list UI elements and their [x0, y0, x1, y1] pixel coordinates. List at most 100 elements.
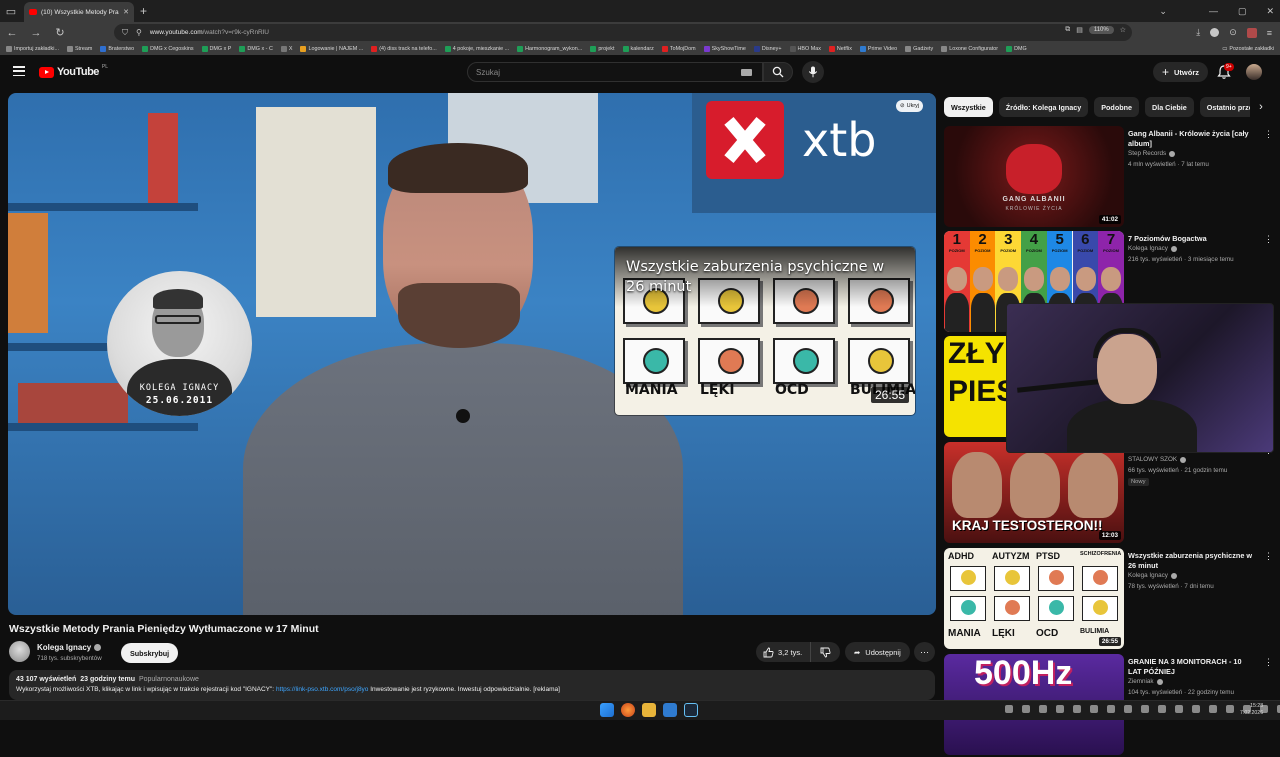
chip[interactable]: Źródło: Kolega Ignacy: [998, 97, 1089, 117]
tray-icon[interactable]: [1005, 705, 1013, 713]
site-info-icon[interactable]: ⚲: [136, 28, 142, 37]
bookmark-item[interactable]: Logowanie | NAJEM ...: [300, 46, 363, 52]
new-tab-button[interactable]: +: [140, 4, 147, 18]
recommendation-channel[interactable]: Ziemniak: [1128, 678, 1163, 685]
extension-icon[interactable]: [1210, 28, 1220, 37]
keyboard-icon[interactable]: [741, 69, 752, 76]
bookmark-item[interactable]: kalendarz: [622, 46, 654, 52]
tray-icon[interactable]: [1090, 705, 1098, 713]
zoom-badge[interactable]: 110%: [1088, 26, 1114, 34]
recommendation-item[interactable]: ADHD AUTYZM PTSD SCHIZOFRENIA MANIA LĘKI OCD BU…: [944, 548, 1274, 651]
bookmark-item[interactable]: Disney+: [753, 46, 782, 52]
recommendation-title[interactable]: GRANIE NA 3 MONITORACH - 10 LAT PÓŹNIEJ: [1128, 657, 1256, 677]
tab-list-icon[interactable]: ▭: [0, 0, 22, 22]
tray-icon[interactable]: [1226, 705, 1234, 713]
bookmark-star-icon[interactable]: ☆: [1120, 26, 1126, 34]
taskbar-clock[interactable]: 15:28 7.02.2026: [1240, 703, 1263, 717]
account-avatar[interactable]: [1246, 64, 1262, 80]
guide-menu-icon[interactable]: [13, 66, 25, 76]
tray-icon[interactable]: [1039, 705, 1047, 713]
browser-tab-active[interactable]: (10) Wszystkie Metody Prania P ✕: [24, 2, 134, 22]
recommendation-title[interactable]: 7 Poziomów Bogactwa: [1128, 234, 1256, 244]
bookmark-item[interactable]: Stream: [66, 46, 92, 52]
tray-icon[interactable]: [1056, 705, 1064, 713]
bookmark-item[interactable]: DMG x - C: [239, 46, 273, 52]
chip[interactable]: Wszystkie: [944, 97, 993, 117]
tray-icon[interactable]: [1022, 705, 1030, 713]
bookmark-item[interactable]: DMG x P: [201, 46, 231, 52]
tray-icon[interactable]: [1107, 705, 1115, 713]
bookmark-item[interactable]: 4 pokoje, mieszkanie ...: [444, 46, 509, 52]
bookmark-item[interactable]: Prime Video: [859, 46, 897, 52]
bookmark-item[interactable]: Gadżety: [905, 46, 933, 52]
endscreen-video-card[interactable]: MANIALĘKIOCDBULIMIA Wszystkie zaburzenia…: [615, 247, 915, 415]
shield-icon[interactable]: ⛉: [122, 28, 128, 38]
recommendation-title[interactable]: Wszystkie zaburzenia psychiczne w 26 min…: [1128, 551, 1256, 571]
tray-icon[interactable]: [1073, 705, 1081, 713]
bookmark-item[interactable]: Loxone Configurator: [941, 46, 998, 52]
windows-start-icon[interactable]: [600, 703, 614, 717]
recommendation-item[interactable]: KRAJ TESTOSTERON!!12:03TERMINATORÓWSTALO…: [944, 442, 1274, 545]
bookmark-item[interactable]: Importuj zakładki...: [6, 46, 59, 52]
channel-name[interactable]: Kolega Ignacy: [37, 643, 102, 652]
reader-icon[interactable]: ▤: [1076, 26, 1083, 34]
translate-icon[interactable]: ⧉: [1065, 26, 1070, 34]
other-bookmarks[interactable]: ▭ Pozostałe zakładki: [1216, 43, 1274, 55]
recommendation-title[interactable]: Gang Albanii - Królowie życia [cały albu…: [1128, 129, 1256, 149]
tab-search-icon[interactable]: ⌄: [1159, 6, 1167, 17]
voice-search-button[interactable]: [802, 61, 824, 83]
wifi-icon[interactable]: [1141, 705, 1149, 713]
close-window-button[interactable]: ✕: [1266, 6, 1274, 17]
bookmark-item[interactable]: ToMojDom: [661, 46, 696, 52]
bookmark-item[interactable]: (4) diss track na telefo...: [371, 46, 437, 52]
description-link[interactable]: https://link-pso.xtb.com/pso/j8yo: [276, 686, 369, 693]
recommendation-channel[interactable]: STALOWY SZOK: [1128, 456, 1187, 463]
file-explorer-icon[interactable]: [642, 703, 656, 717]
reload-button[interactable]: ↻: [54, 26, 66, 39]
kebab-menu-icon[interactable]: ⋮: [1264, 129, 1273, 140]
bookmark-item[interactable]: Harmonogram_wykon...: [517, 46, 582, 52]
kebab-menu-icon[interactable]: ⋮: [1264, 657, 1273, 668]
chip[interactable]: Podobne: [1094, 97, 1139, 117]
bookmark-item[interactable]: Netflix: [828, 46, 852, 52]
maximize-button[interactable]: ▢: [1238, 6, 1247, 17]
bookmark-item[interactable]: DMG x Cegoskins: [142, 46, 194, 52]
tab-close-icon[interactable]: ✕: [123, 8, 129, 16]
category-tag[interactable]: Popularnonaukowe: [139, 676, 199, 683]
profile-icon[interactable]: [1246, 27, 1257, 38]
recommendation-item[interactable]: GANG ALBANII KRÓLOWIE ŻYCIA 41:02 Gang Alba…: [944, 126, 1274, 229]
create-button[interactable]: + Utwórz: [1153, 62, 1209, 82]
downloads-icon[interactable]: ⤓: [1196, 27, 1200, 38]
recommendation-channel[interactable]: Step Records: [1128, 150, 1176, 157]
more-actions-button[interactable]: ⋯: [914, 642, 935, 662]
steam-icon[interactable]: [684, 703, 698, 717]
search-button[interactable]: [763, 62, 793, 82]
video-thumbnail[interactable]: GANG ALBANII KRÓLOWIE ŻYCIA 41:02: [944, 126, 1124, 227]
bookmark-item[interactable]: DMG: [1006, 46, 1027, 52]
app-icon[interactable]: [663, 703, 677, 717]
video-thumbnail[interactable]: KRAJ TESTOSTERON!! 12:03: [944, 442, 1124, 543]
subscribe-button[interactable]: Subskrybuj: [121, 643, 179, 663]
chip[interactable]: Dla Ciebie: [1145, 97, 1194, 117]
channel-avatar[interactable]: [9, 641, 30, 662]
kebab-menu-icon[interactable]: ⋮: [1264, 551, 1273, 562]
video-thumbnail[interactable]: ADHD AUTYZM PTSD SCHIZOFRENIA MANIA LĘKI OCD BU…: [944, 548, 1124, 649]
minimize-button[interactable]: —: [1209, 6, 1218, 16]
menu-icon[interactable]: ≡: [1267, 28, 1272, 38]
forward-button[interactable]: →: [30, 27, 42, 39]
description-box[interactable]: 43 107 wyświetleń 23 godziny temu Popula…: [9, 670, 935, 700]
bookmark-item[interactable]: SkyShowTime: [703, 46, 746, 52]
battery-icon[interactable]: [1175, 705, 1183, 713]
like-button[interactable]: 3,2 tys.: [756, 642, 812, 662]
tray-icon[interactable]: [1192, 705, 1200, 713]
tray-icon[interactable]: [1209, 705, 1217, 713]
wallet-icon[interactable]: ⊙: [1229, 27, 1237, 38]
kebab-menu-icon[interactable]: ⋮: [1264, 234, 1273, 245]
recommendation-channel[interactable]: Kolega Ignacy: [1128, 572, 1177, 579]
tray-icon[interactable]: [1124, 705, 1132, 713]
volume-icon[interactable]: [1158, 705, 1166, 713]
bookmark-item[interactable]: HBO Max: [789, 46, 821, 52]
video-player[interactable]: xtb KOLEGA IGNACY 25.06.2011 ⊘ Ukryj MAN…: [8, 93, 936, 615]
bookmark-item[interactable]: projekt: [590, 46, 615, 52]
address-bar[interactable]: ⛉ ⚲ www.youtube.com/watch?v=r9k-cyRnRlU …: [114, 24, 1132, 41]
